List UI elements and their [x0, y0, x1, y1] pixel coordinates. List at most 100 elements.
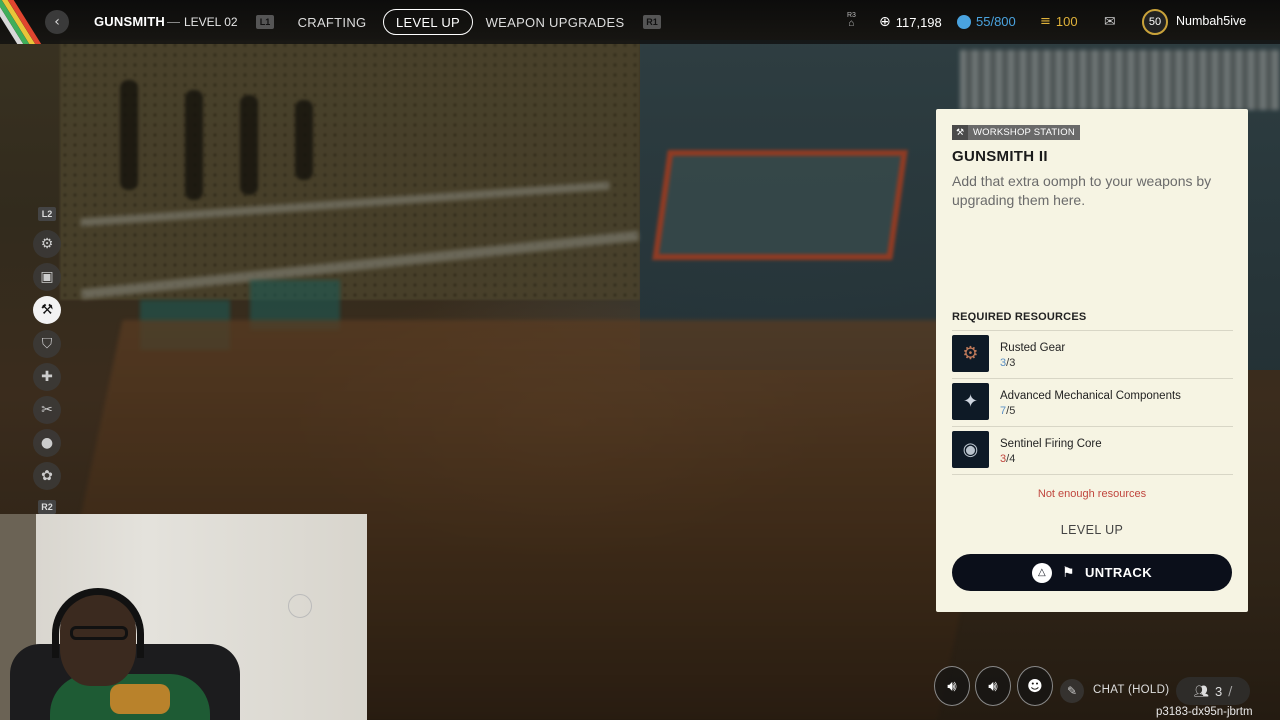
cred-icon: ≡: [1040, 14, 1051, 29]
rusted-gear-icon: ⚙: [952, 335, 989, 372]
resource-row-mechanical-components[interactable]: ✦ Advanced Mechanical Components 7/5: [952, 381, 1233, 425]
webcam-shirt-print: [110, 684, 170, 714]
resource-row-rusted-gear[interactable]: ⚙ Rusted Gear 3/3: [952, 333, 1233, 377]
divider: [952, 474, 1233, 475]
edit-icon: /: [1228, 684, 1233, 698]
workbench-icon[interactable]: ⚙: [33, 230, 61, 258]
resource-name: Advanced Mechanical Components: [1000, 390, 1181, 402]
party-members-button[interactable]: 👥︎ 3 /: [1176, 677, 1250, 705]
voice-speaker-icon[interactable]: 🔊︎: [975, 666, 1011, 706]
mail-icon: ✉: [1104, 14, 1116, 30]
station-level: LEVEL 02: [184, 15, 238, 29]
voice-speaker-icon[interactable]: 🔊︎: [934, 666, 970, 706]
radiator: [960, 50, 1280, 110]
medical-station-icon[interactable]: ▣: [33, 263, 61, 291]
coin-icon: ⊕: [879, 14, 891, 30]
insufficient-resources-warning: Not enough resources: [1037, 488, 1147, 500]
hammer-wrench-icon: ⚒: [952, 125, 968, 140]
tab-weapon-upgrades[interactable]: WEAPON UPGRADES: [484, 9, 626, 35]
level-up-button[interactable]: LEVEL UP: [936, 523, 1248, 537]
resource-count: 3/4: [1000, 453, 1016, 465]
workshop-station-badge: ⚒ WORKSHOP STATION: [952, 125, 1080, 140]
resource-have: 3: [1000, 357, 1007, 369]
required-resources-heading: REQUIRED RESOURCES: [952, 311, 1087, 323]
firing-core-icon: ◉: [952, 431, 989, 468]
medical-station-glyph: ▣: [40, 269, 54, 285]
triangle-button-icon: △: [1031, 562, 1052, 583]
page-title: GUNSMITH: [94, 14, 165, 29]
streamer-webcam: [0, 514, 367, 720]
player-level-badge: 50: [1142, 9, 1168, 35]
cred-value: 100: [1055, 14, 1078, 29]
wrench-silhouette: [120, 80, 138, 190]
chat-icon[interactable]: ✎: [1060, 679, 1084, 703]
station-description: Add that extra oomph to your weapons by …: [952, 173, 1212, 208]
webcam-glasses: [70, 626, 128, 640]
chevron-left-icon: ‹: [54, 14, 60, 30]
divider: [952, 378, 1233, 379]
resource-count: 3/3: [1000, 357, 1016, 369]
divider: [952, 426, 1233, 427]
tokens-value: 55/800: [976, 14, 1016, 29]
tab-crafting[interactable]: CRAFTING: [292, 9, 372, 35]
tools-icon[interactable]: ✂: [33, 396, 61, 424]
wrench-silhouette: [240, 95, 258, 195]
divider: [952, 330, 1233, 331]
utility-glyph: ✿: [41, 468, 53, 484]
r1-button-hint: R1: [643, 15, 661, 29]
resource-name: Rusted Gear: [1000, 342, 1066, 354]
tools-glyph: ✂: [41, 402, 53, 418]
badge-label: WORKSHOP STATION: [968, 125, 1080, 140]
firing-core-glyph: ◉: [962, 439, 979, 460]
r3-button-hint: R3 ⌂: [847, 12, 856, 29]
explosives-glyph: ●: [40, 435, 54, 451]
resource-count: 7/5: [1000, 405, 1016, 417]
untrack-label: UNTRACK: [1084, 565, 1153, 580]
cred-counter[interactable]: ≡ 100: [1040, 14, 1078, 29]
coins-value: 117,198: [895, 14, 942, 30]
untrack-button[interactable]: △ ⚑ UNTRACK: [952, 554, 1232, 591]
party-icon: 👥︎: [1193, 684, 1209, 698]
tokens-counter[interactable]: 55/800: [957, 14, 1016, 29]
bookmark-icon: ⚑: [1061, 564, 1075, 581]
title-separator: —: [167, 14, 180, 29]
r2-button-hint: R2: [38, 500, 56, 514]
rusted-gear-glyph: ⚙: [962, 343, 979, 364]
crate: [652, 150, 908, 260]
session-id: p3183-dx95n-jbrtm: [1156, 706, 1253, 718]
explosives-icon[interactable]: ●: [33, 429, 61, 457]
webcam-wall-object: [288, 594, 312, 618]
voice-mic-icon[interactable]: ☻: [1017, 666, 1053, 706]
tab-level-up[interactable]: LEVEL UP: [383, 9, 473, 35]
resource-row-sentinel-firing-core[interactable]: ◉ Sentinel Firing Core 3/4: [952, 429, 1233, 473]
back-button[interactable]: ‹: [45, 10, 69, 34]
resource-need: 4: [1009, 453, 1016, 465]
coins-counter[interactable]: ⊕ 117,198: [879, 14, 942, 30]
gunsmith-glyph: ⚒: [40, 302, 54, 318]
resource-name: Sentinel Firing Core: [1000, 438, 1102, 450]
medic-cross-glyph: ✚: [41, 369, 53, 385]
mail-button[interactable]: ✉: [1104, 14, 1116, 30]
player-level: 50: [1148, 16, 1162, 28]
gear-armor-glyph: ⛉: [41, 336, 53, 352]
gear-armor-icon[interactable]: ⛉: [33, 330, 61, 358]
station-info-panel: ⚒ WORKSHOP STATION GUNSMITH II Add that …: [936, 109, 1248, 612]
resource-need: 5: [1009, 405, 1016, 417]
brand-stripes: [0, 0, 44, 44]
username[interactable]: Numbah5ive: [1176, 14, 1246, 28]
wrench-silhouette: [185, 90, 203, 200]
party-count: 3: [1214, 683, 1223, 699]
l2-button-hint: L2: [38, 207, 56, 221]
token-icon: [957, 14, 971, 29]
medic-cross-icon[interactable]: ✚: [33, 363, 61, 391]
mechanical-components-glyph: ✦: [962, 391, 979, 412]
workbench-glyph: ⚙: [40, 236, 54, 252]
mechanical-components-icon: ✦: [952, 383, 989, 420]
top-bar: ‹ GUNSMITH — LEVEL 02 L1 CRAFTING LEVEL …: [0, 0, 1280, 44]
wrench-silhouette: [295, 100, 313, 180]
controller-icon: ⌂: [848, 18, 855, 29]
utility-icon[interactable]: ✿: [33, 462, 61, 490]
resource-have: 7: [1000, 405, 1007, 417]
resource-have: 3: [1000, 453, 1007, 465]
gunsmith-icon[interactable]: ⚒: [33, 296, 61, 324]
